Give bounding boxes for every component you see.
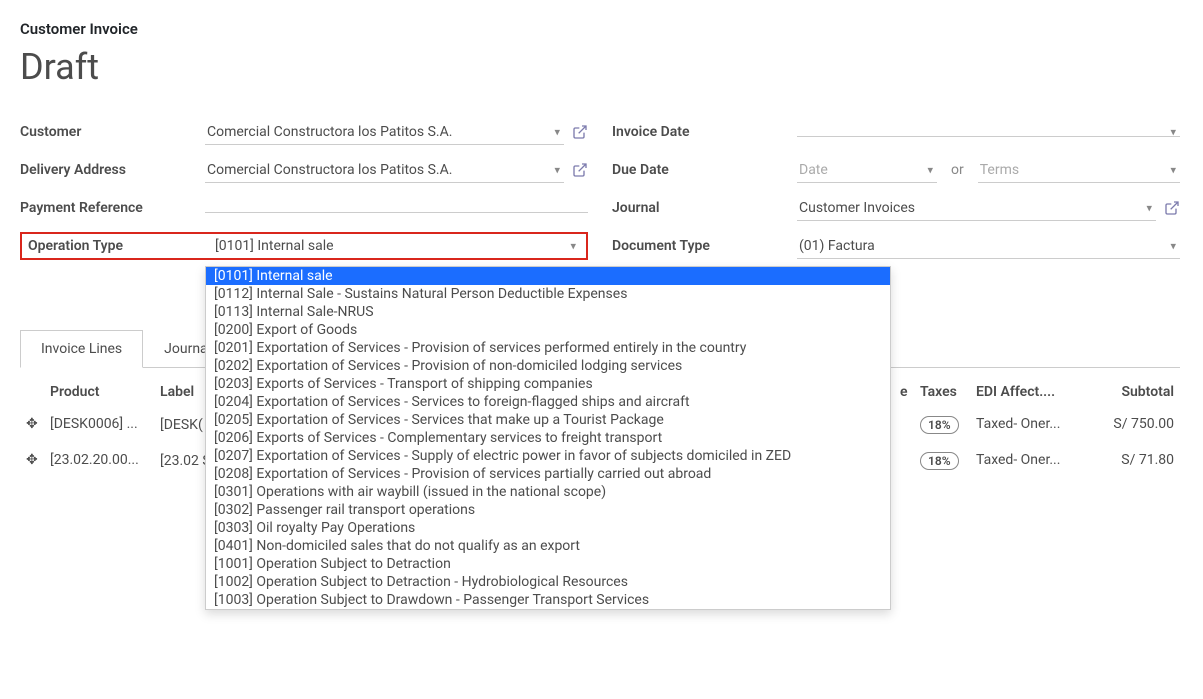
document-type-label: Document Type [612,238,797,254]
page-title: Customer Invoice [20,20,1180,38]
payment-reference-label: Payment Reference [20,200,205,216]
operation-type-option[interactable]: [0205] Exportation of Services - Service… [206,411,890,429]
operation-type-option[interactable]: [0201] Exportation of Services - Provisi… [206,339,890,357]
tab-invoice-lines[interactable]: Invoice Lines [20,330,143,368]
operation-type-option[interactable]: [0208] Exportation of Services - Provisi… [206,465,890,483]
operation-type-select[interactable]: [0101] Internal sale [213,234,580,258]
journal-select[interactable]: Customer Invoices [797,196,1156,221]
tax-pill: 18% [920,416,959,434]
invoice-date-input[interactable] [797,128,1180,137]
due-date-label: Due Date [612,162,797,178]
operation-type-option[interactable]: [0204] Exportation of Services - Service… [206,393,890,411]
due-date-date-select[interactable]: Date [797,158,937,183]
operation-type-option[interactable]: [0113] Internal Sale-NRUS [206,303,890,321]
operation-type-option[interactable]: [0302] Passenger rail transport operatio… [206,501,890,519]
external-link-icon[interactable] [1164,200,1180,216]
taxes-cell[interactable]: 18% [914,444,970,480]
operation-type-label: Operation Type [28,238,213,254]
product-cell[interactable]: [23.02.20.00... [44,444,154,480]
drag-handle-icon[interactable]: ✥ [20,444,44,480]
customer-label: Customer [20,124,205,140]
operation-type-option[interactable]: [0207] Exportation of Services - Supply … [206,447,890,465]
col-price-fragment: e [894,376,914,408]
delivery-address-select[interactable]: Comercial Constructora los Patitos S.A. [205,158,564,183]
delivery-address-label: Delivery Address [20,162,205,178]
subtotal-cell: S/ 750.00 [1080,408,1180,444]
tax-pill: 18% [920,452,959,470]
drag-handle-icon[interactable]: ✥ [20,408,44,444]
edi-affect-cell[interactable]: Taxed- Oner... [970,444,1080,480]
operation-type-option[interactable]: [0301] Operations with air waybill (issu… [206,483,890,501]
edi-affect-cell[interactable]: Taxed- Oner... [970,408,1080,444]
operation-type-option[interactable]: [1002] Operation Subject to Detraction -… [206,573,890,591]
subtotal-cell: S/ 71.80 [1080,444,1180,480]
col-product: Product [44,376,154,408]
operation-type-option[interactable]: [0303] Oil royalty Pay Operations [206,519,890,537]
external-link-icon[interactable] [572,124,588,140]
taxes-cell[interactable]: 18% [914,408,970,444]
due-date-terms-select[interactable]: Terms [978,158,1180,183]
operation-type-option[interactable]: [0101] Internal sale [206,267,890,285]
document-type-select[interactable]: (01) Factura [797,234,1180,259]
operation-type-option[interactable]: [1003] Operation Subject to Drawdown - P… [206,591,890,609]
operation-type-option[interactable]: [0200] Export of Goods [206,321,890,339]
operation-type-option[interactable]: [0401] Non-domiciled sales that do not q… [206,537,890,555]
due-date-or-text: or [951,162,964,178]
col-taxes: Taxes [914,376,970,408]
external-link-icon[interactable] [572,162,588,178]
operation-type-option[interactable]: [1001] Operation Subject to Detraction [206,555,890,573]
col-subtotal: Subtotal [1080,376,1180,408]
payment-reference-input[interactable] [205,204,588,213]
product-cell[interactable]: [DESK0006] ... [44,408,154,444]
operation-type-dropdown[interactable]: [0101] Internal sale[0112] Internal Sale… [205,266,891,610]
operation-type-option[interactable]: [0202] Exportation of Services - Provisi… [206,357,890,375]
operation-type-option[interactable]: [0206] Exports of Services - Complementa… [206,429,890,447]
invoice-status: Draft [20,46,1180,88]
customer-select[interactable]: Comercial Constructora los Patitos S.A. [205,120,564,145]
operation-type-option[interactable]: [0112] Internal Sale - Sustains Natural … [206,285,890,303]
journal-label: Journal [612,200,797,216]
operation-type-option[interactable]: [0203] Exports of Services - Transport o… [206,375,890,393]
col-edi-affect: EDI Affect.... [970,376,1080,408]
invoice-date-label: Invoice Date [612,124,797,140]
